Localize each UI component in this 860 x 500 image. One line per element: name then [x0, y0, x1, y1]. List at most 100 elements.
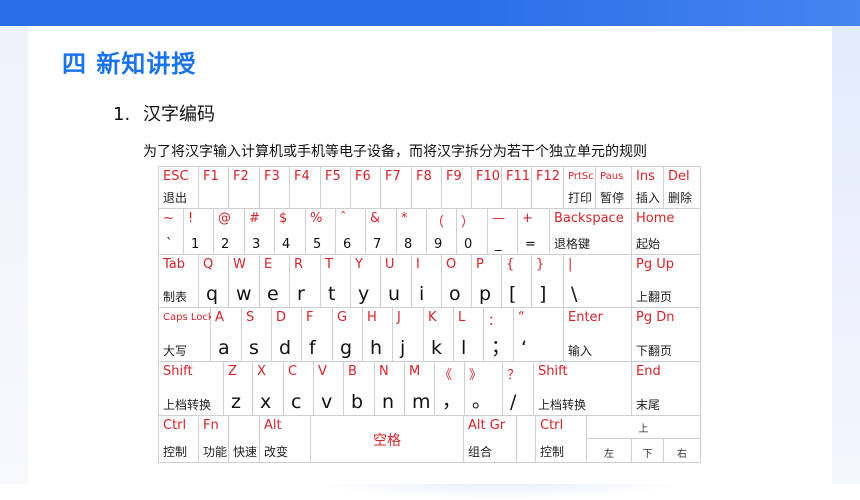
key-!: ! 1: [184, 209, 214, 255]
key-bottom-label: d: [279, 337, 292, 359]
key-bottom-label: 快速: [233, 445, 258, 459]
subtitle-text: 汉字编码: [143, 104, 215, 125]
key-下: 下: [632, 439, 664, 462]
key-bottom-label: n: [382, 391, 395, 413]
key-paus: Paus 暂停: [596, 167, 632, 209]
key-top-label: PrtSc: [568, 171, 594, 182]
key-—: — _: [488, 209, 518, 255]
key-top-label: Shift: [163, 364, 193, 379]
key-top-label: ）: [461, 215, 475, 230]
key-top-label: F5: [325, 169, 341, 184]
key-bottom-label: c: [291, 391, 302, 413]
key-bottom-label: /: [510, 391, 517, 413]
key-top-label: “: [518, 310, 525, 325]
key-bottom-label: 输入: [568, 344, 593, 358]
key-bottom-label: 组合: [468, 445, 493, 459]
key-pg-up: Pg Up 上翻页: [632, 255, 700, 308]
key-shift: Shift 上档转换: [159, 362, 224, 416]
key-top-label: *: [401, 211, 408, 226]
key-bottom-label: 6: [343, 237, 352, 252]
key-top-label: &: [370, 211, 381, 226]
key-f4: F4: [290, 167, 321, 209]
key-~: ~ `: [159, 209, 184, 255]
key-ins: Ins 插入: [632, 167, 664, 209]
key-v: Vv: [314, 362, 344, 416]
key-i: Ii: [412, 255, 442, 308]
key-bottom-label: 下翻页: [636, 344, 673, 358]
key-bottom-label: 上档转换: [538, 398, 587, 412]
key-f5: F5: [321, 167, 351, 209]
key-top-label: 空格: [373, 433, 401, 449]
section-title: 四 新知讲授: [62, 50, 197, 78]
key-bottom-label: v: [321, 391, 333, 413]
key-top-label: #: [249, 211, 260, 226]
key-bottom-label: j: [400, 337, 406, 359]
key-bottom-label: k: [431, 337, 443, 359]
key-top-label: 》: [469, 368, 483, 383]
key-f2: F2: [229, 167, 260, 209]
key-#: #3: [245, 209, 275, 255]
key-bottom-label: 。: [472, 390, 492, 412]
key-top-label: !: [188, 211, 194, 226]
key-d: Dd: [272, 308, 302, 362]
key-top-label: Enter: [568, 310, 603, 325]
key-bottom-label: `: [166, 237, 173, 252]
key-top-label: U: [385, 257, 395, 272]
key-top-label: ˆ: [340, 211, 347, 226]
key-bottom-label: 暂停: [600, 191, 625, 205]
key-prtsc: PrtSc 打印: [564, 167, 596, 209]
key-快速: 快速: [229, 416, 260, 462]
key-bottom-label: 上翻页: [636, 290, 673, 304]
keyboard-diagram: ESC 退出 F1 F2 F3 F4 F5 F6 F7 F8 F9 F10 F11 F12 PrtSc 打印 P…: [158, 166, 701, 463]
key-bottom-label: g: [340, 337, 353, 359]
key-top-label: 上: [638, 424, 649, 435]
key-top-label: ？: [507, 368, 521, 383]
key-top-label: }: [536, 257, 545, 272]
key-top-label: R: [294, 257, 304, 272]
key-w: Ww: [229, 255, 260, 308]
key-top-label: K: [428, 310, 437, 325]
key-“: “‘: [514, 308, 564, 362]
key-top-label: T: [325, 257, 333, 272]
key-pg-dn: Pg Dn 下翻页: [632, 308, 700, 362]
key-top-label: +: [522, 211, 533, 226]
key-top-label: M: [409, 364, 421, 379]
key-{: {[: [502, 255, 532, 308]
key-top-label: |: [568, 257, 573, 272]
key-top-label: F7: [385, 169, 401, 184]
key-top-label: Caps Lock: [163, 312, 214, 323]
key-bottom-label: _: [495, 237, 502, 252]
key-bottom-label: =: [525, 237, 536, 252]
key-bottom-label: q: [206, 283, 219, 305]
key-top-label: V: [318, 364, 327, 379]
key-top-label: I: [416, 257, 420, 272]
key-top-label: L: [458, 310, 466, 325]
key-bottom-label: 起始: [636, 237, 661, 251]
key-bottom-label: p: [479, 283, 492, 305]
key-bottom-label: o: [449, 283, 461, 305]
key-top-label: ESC: [163, 169, 189, 184]
key-bottom-label: 2: [221, 237, 230, 252]
key-|: | \: [564, 255, 632, 308]
key-top-label: W: [233, 257, 246, 272]
key-bottom-label: b: [351, 391, 364, 413]
key-}: }]: [532, 255, 564, 308]
key-bottom-label: 大写: [163, 344, 188, 358]
key-top-label: Alt Gr: [468, 418, 506, 433]
key-top-label: —: [492, 211, 505, 226]
key-top-label: A: [215, 310, 224, 325]
key-fn: Fn 功能: [199, 416, 229, 462]
key-）: ） 0: [457, 209, 488, 255]
key-bottom-label: 下: [642, 449, 653, 460]
key-s: Ss: [242, 308, 272, 362]
key-e: Ee: [260, 255, 290, 308]
key-top-label: F2: [233, 169, 249, 184]
key-bottom-label: x: [260, 391, 272, 413]
description: 为了将汉字输入计算机或手机等电子设备，而将汉字拆分为若干个独立单元的规则: [143, 144, 647, 160]
key-bottom-label: e: [267, 283, 279, 305]
key-bottom-label: 0: [464, 237, 473, 252]
key-bottom-label: 5: [313, 237, 322, 252]
key-top-label: Ctrl: [163, 418, 187, 433]
key-bottom-label: ，: [442, 390, 462, 412]
subtitle: 1. 汉字编码: [113, 100, 215, 126]
